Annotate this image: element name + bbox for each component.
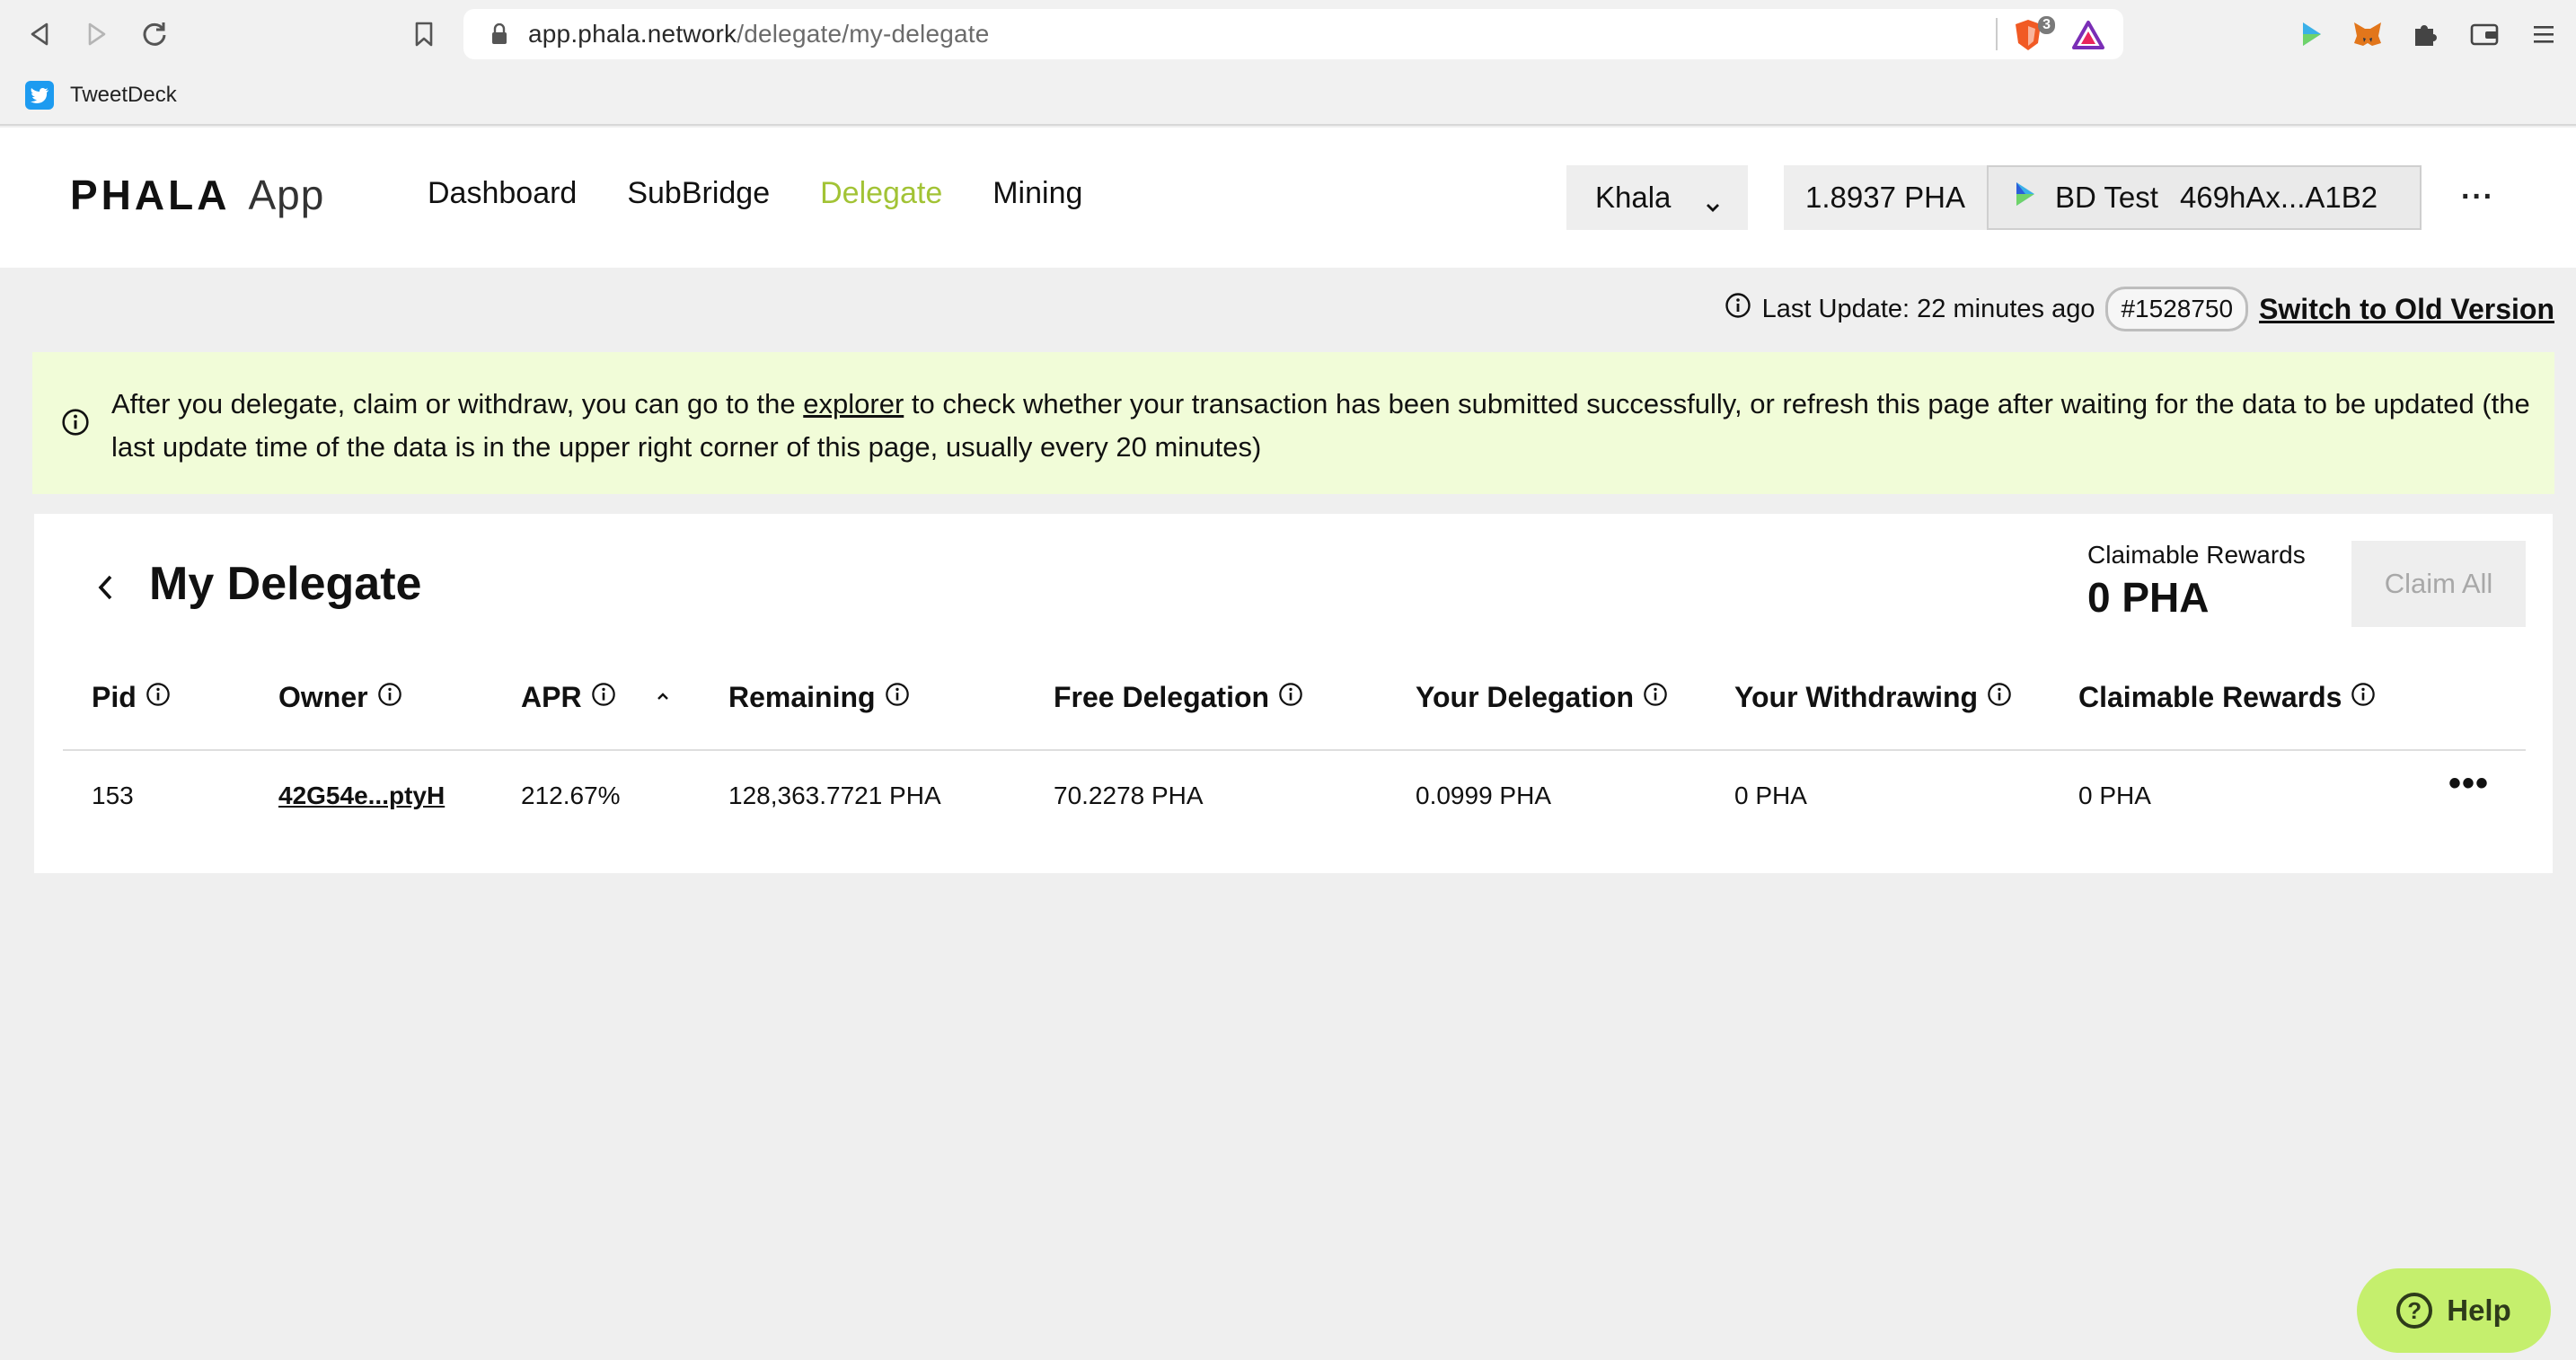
cell-apr: 212.67% — [521, 782, 621, 809]
col-header-label: Pid — [92, 681, 137, 713]
url-text[interactable]: app.phala.network/delegate/my-delegate — [528, 20, 990, 49]
brave-rewards-icon[interactable] — [2071, 20, 2107, 50]
account-address: 469hAx...A1B2 — [2179, 181, 2378, 214]
block-number-badge: #1528750 — [2105, 287, 2249, 331]
more-options-icon[interactable]: ··· — [2461, 180, 2494, 215]
nav-delegate[interactable]: Delegate — [820, 176, 942, 211]
network-label: Khala — [1595, 181, 1672, 214]
col-header-pid: Pid — [92, 681, 171, 714]
help-button[interactable]: ? Help — [2357, 1268, 2551, 1353]
update-status: Last Update: 22 minutes ago #1528750 Swi… — [1725, 287, 2554, 331]
nav-mining[interactable]: Mining — [992, 176, 1082, 211]
bookmarks-bar: TweetDeck — [0, 72, 177, 119]
row-actions-icon[interactable]: ••• — [2448, 765, 2489, 801]
address-bar[interactable]: app.phala.network/delegate/my-delegate 3 — [463, 9, 2123, 59]
phala-logo[interactable]: PHALA App — [70, 171, 324, 219]
app-header: PHALA App Dashboard SubBridge Delegate M… — [0, 128, 2576, 268]
cell-claimable-rewards: 0 PHA — [2078, 782, 2151, 809]
logo-main: PHALA — [70, 172, 231, 218]
col-header-label: Your Withdrawing — [1734, 681, 1979, 713]
claim-all-button[interactable]: Claim All — [2351, 541, 2526, 627]
help-label: Help — [2447, 1294, 2511, 1327]
page-title: My Delegate — [149, 558, 422, 610]
lock-icon[interactable] — [485, 20, 514, 49]
col-header-label: Remaining — [728, 681, 876, 713]
forward-icon[interactable] — [79, 16, 115, 52]
col-header-your-withdrawing: Your Withdrawing — [1734, 681, 2012, 714]
bookmark-tweetdeck[interactable]: TweetDeck — [70, 83, 177, 108]
cell-free-delegation: 70.2278 PHA — [1054, 782, 1204, 809]
col-header-claimable-rewards: Claimable Rewards — [2078, 681, 2376, 714]
sort-caret-up-icon[interactable] — [656, 690, 670, 706]
cell-your-delegation: 0.0999 PHA — [1416, 782, 1551, 809]
last-update-text: Last Update: 22 minutes ago — [1761, 294, 2095, 323]
brave-shield-icon[interactable]: 3 — [2012, 16, 2055, 52]
col-header-label: Claimable Rewards — [2078, 681, 2342, 713]
explorer-link[interactable]: explorer — [803, 388, 904, 419]
col-header-remaining: Remaining — [728, 681, 910, 714]
account-balance[interactable]: 1.8937 PHA BD Test 469hAx...A1B2 — [1784, 165, 2422, 230]
back-icon[interactable] — [22, 16, 57, 52]
claimable-rewards-label: Claimable Rewards — [2087, 541, 2306, 569]
browser-toolbar: app.phala.network/delegate/my-delegate 3 — [0, 0, 2576, 68]
browser-chrome: app.phala.network/delegate/my-delegate 3 — [0, 0, 2576, 126]
reload-icon[interactable] — [137, 16, 172, 52]
twitter-icon[interactable] — [25, 81, 54, 110]
info-icon[interactable] — [1278, 681, 1303, 714]
bookmark-icon[interactable] — [406, 16, 442, 52]
metamask-icon[interactable] — [2350, 16, 2386, 52]
info-icon[interactable] — [1643, 681, 1668, 714]
col-header-label: Free Delegation — [1054, 681, 1270, 713]
col-header-free-delegation: Free Delegation — [1054, 681, 1303, 714]
url-host: app.phala.network — [528, 20, 737, 48]
info-icon — [1725, 292, 1751, 326]
account-avatar-icon — [2014, 181, 2037, 215]
info-icon[interactable] — [1987, 681, 2012, 714]
notice-text-before: After you delegate, claim or withdraw, y… — [111, 388, 804, 419]
notice-text: After you delegate, claim or withdraw, y… — [111, 383, 2536, 469]
question-icon: ? — [2396, 1293, 2433, 1329]
puzzle-icon[interactable] — [2407, 16, 2443, 52]
chevron-down-icon — [1705, 187, 1721, 221]
info-notice: After you delegate, claim or withdraw, y… — [32, 352, 2554, 494]
info-icon[interactable] — [146, 681, 171, 714]
menu-icon[interactable] — [2526, 16, 2562, 52]
nav-subbridge[interactable]: SubBridge — [627, 176, 770, 211]
cell-owner-link[interactable]: 42G54e...ptyH — [278, 782, 445, 810]
info-icon[interactable] — [2351, 681, 2376, 714]
extension-icon[interactable] — [2294, 16, 2330, 52]
shield-count-badge: 3 — [2038, 16, 2055, 34]
table-divider — [63, 749, 2526, 751]
info-icon[interactable] — [377, 681, 402, 714]
col-header-label: Owner — [278, 681, 368, 713]
cell-remaining: 128,363.7721 PHA — [728, 782, 941, 809]
cell-your-withdrawing: 0 PHA — [1734, 782, 1807, 809]
col-header-apr[interactable]: APR — [521, 681, 616, 714]
wallet-icon[interactable] — [2466, 16, 2502, 52]
account-button[interactable]: BD Test 469hAx...A1B2 — [1987, 165, 2422, 230]
logo-app: App — [248, 172, 325, 218]
cell-pid: 153 — [92, 782, 134, 809]
nav-dashboard[interactable]: Dashboard — [428, 176, 577, 211]
col-header-label: APR — [521, 681, 582, 713]
claimable-rewards-value: 0 PHA — [2087, 574, 2210, 621]
info-icon[interactable] — [885, 681, 910, 714]
back-chevron-icon[interactable] — [88, 568, 124, 607]
balance-amount: 1.8937 PHA — [1805, 181, 1965, 214]
switch-old-version-link[interactable]: Switch to Old Version — [2259, 293, 2554, 326]
main-nav: Dashboard SubBridge Delegate Mining — [428, 176, 1133, 211]
url-divider — [1996, 18, 1998, 50]
network-select[interactable]: Khala — [1566, 165, 1748, 230]
my-delegate-panel: My Delegate Claimable Rewards 0 PHA Clai… — [34, 514, 2553, 873]
info-icon[interactable] — [591, 681, 616, 714]
info-icon — [61, 408, 90, 441]
url-path: /delegate/my-delegate — [737, 20, 990, 48]
col-header-label: Your Delegation — [1416, 681, 1634, 713]
account-name: BD Test — [2055, 181, 2158, 214]
col-header-owner: Owner — [278, 681, 402, 714]
col-header-your-delegation: Your Delegation — [1416, 681, 1668, 714]
